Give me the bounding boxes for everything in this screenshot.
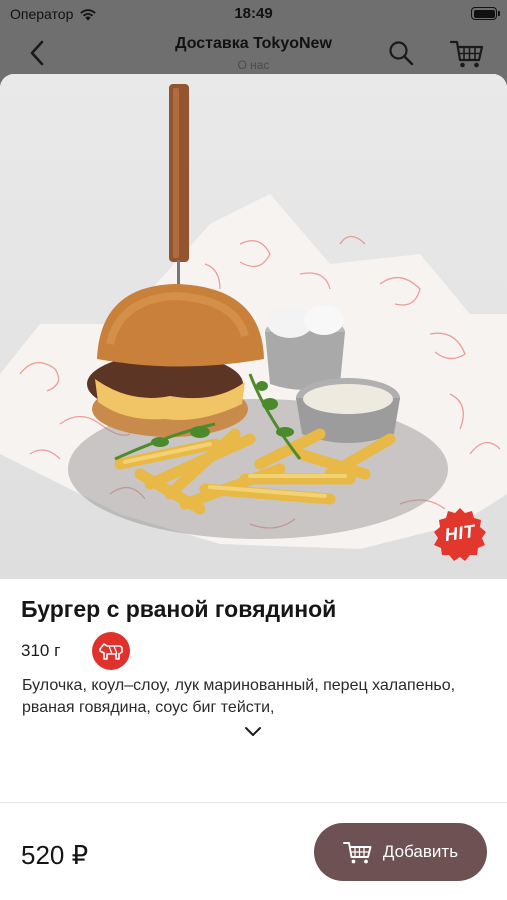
meat-icon <box>92 632 130 670</box>
search-icon[interactable] <box>386 38 416 68</box>
product-photo: HIT <box>0 74 507 579</box>
add-button-label: Добавить <box>382 842 459 861</box>
product-title: Бургер с рваной говядиной <box>21 596 337 622</box>
product-weight: 310 г <box>21 641 61 660</box>
battery-icon <box>471 7 500 20</box>
back-chevron-icon[interactable] <box>22 36 56 70</box>
cart-icon <box>342 842 372 864</box>
product-description: Булочка, коул–слоу, лук маринованный, пе… <box>22 677 456 716</box>
product-price: 520 ₽ <box>21 840 89 870</box>
cart-icon[interactable] <box>449 36 485 70</box>
nav-subtitle[interactable]: О нас <box>120 58 387 72</box>
chevron-down-icon[interactable] <box>243 724 263 738</box>
product-card: HIT Бургер с рваной говядиной 310 г Було… <box>0 74 507 900</box>
status-time: 18:49 <box>234 5 273 22</box>
nav-title: Доставка TokyoNew <box>175 35 332 52</box>
nav-bar: Доставка TokyoNew О нас <box>0 28 507 74</box>
footer-divider <box>0 802 507 803</box>
burger-illustration <box>0 84 507 549</box>
hit-badge: HIT <box>432 506 488 562</box>
add-to-cart-button[interactable]: Добавить <box>314 823 487 881</box>
status-bar: Оператор 18:49 <box>0 0 507 28</box>
